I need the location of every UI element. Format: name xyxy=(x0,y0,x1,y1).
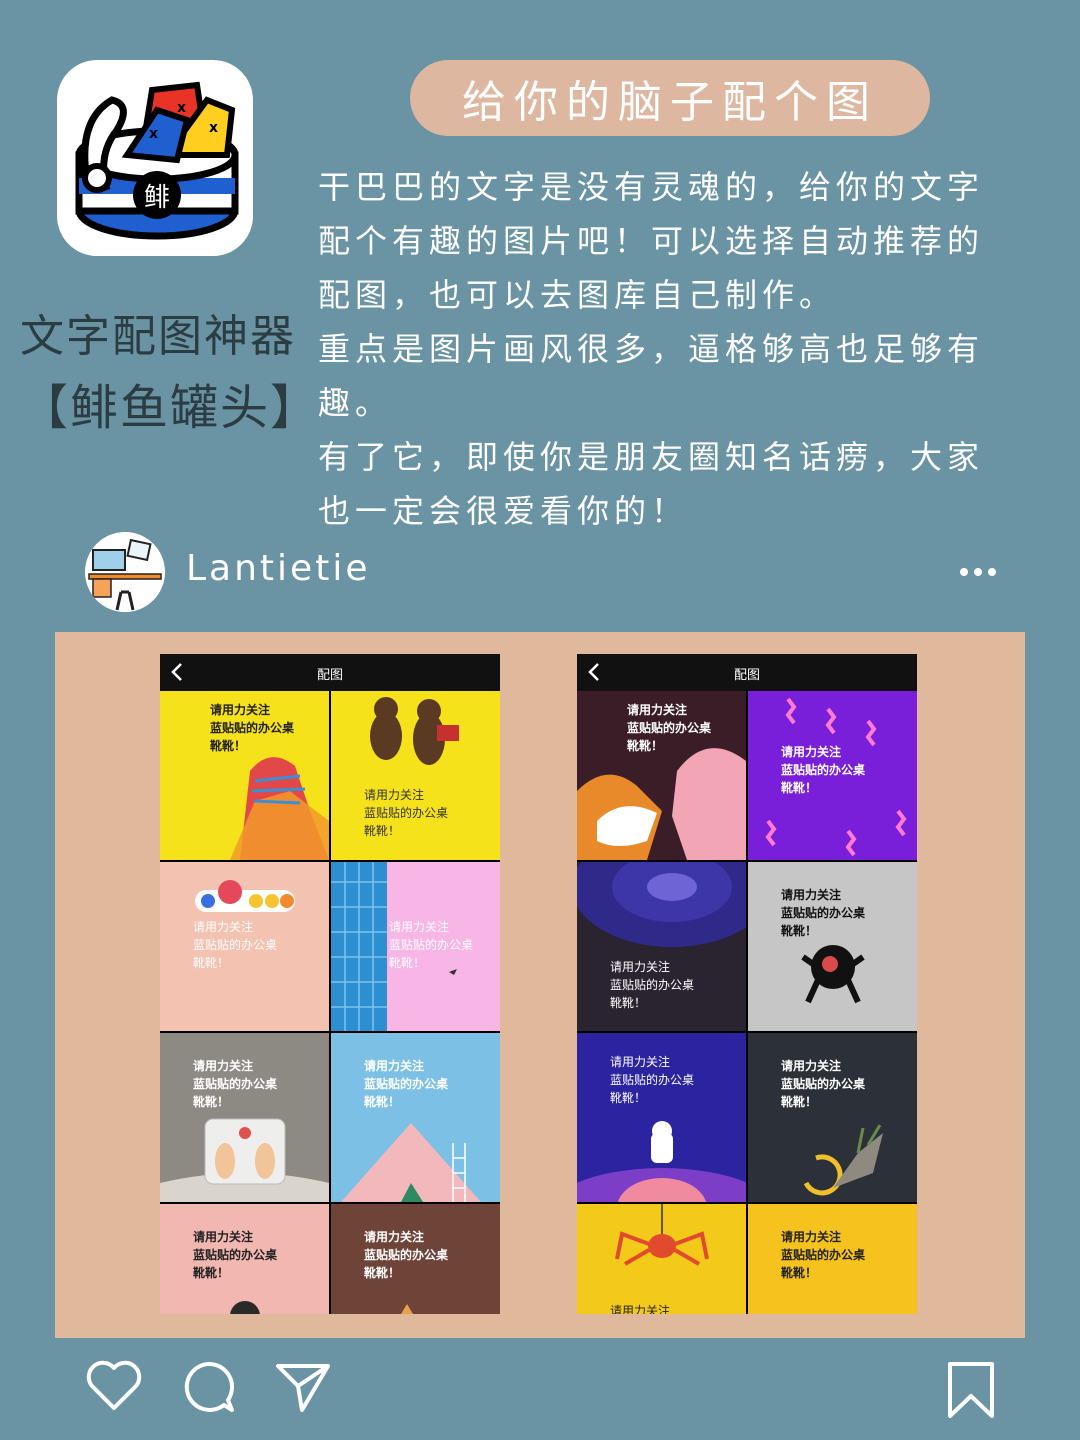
icon-badge-char: 鲱 xyxy=(144,183,170,213)
tile-caption: 请用力关注 蓝贴贴的办公桌 靴靴！ xyxy=(193,920,278,970)
tile-caption: 请用力关注 蓝贴贴的办公桌 靴靴！ xyxy=(781,745,866,795)
tile-caption: 请用力关注 蓝贴贴的办公桌 靴靴！ xyxy=(781,888,866,938)
template-tile[interactable]: 请用力关注 蓝贴贴的办公桌 靴靴！ xyxy=(577,691,746,860)
template-tile[interactable]: 请用力关注 蓝贴贴的办公桌 靴靴！ xyxy=(331,1204,500,1314)
template-tile[interactable]: 请用力关注 蓝贴贴的办公桌 靴靴！ xyxy=(577,862,746,1031)
comment-bubble-icon[interactable] xyxy=(180,1360,236,1414)
template-tile[interactable]: 请用力关注 蓝贴贴的办公桌 靴靴！ xyxy=(331,862,500,1031)
template-tile[interactable]: 请用力关注 蓝贴贴的办公桌 靴靴！ xyxy=(748,862,917,1031)
template-tile[interactable]: 请用力关注 xyxy=(577,1204,746,1314)
more-dots-icon[interactable] xyxy=(958,566,998,578)
tile-caption: 请用力关注 蓝贴贴的办公桌 靴靴！ xyxy=(781,1059,866,1109)
bookmark-icon[interactable] xyxy=(946,1360,996,1420)
template-tile[interactable]: 请用力关注 蓝贴贴的办公桌 靴靴！ xyxy=(331,691,500,860)
send-arrow-icon[interactable] xyxy=(274,1360,332,1414)
nav-bar: 配图 xyxy=(160,654,500,691)
app-name-line2: 【鲱鱼罐头】 xyxy=(20,380,321,436)
template-tile[interactable]: 请用力关注 蓝贴贴的办公桌 靴靴！ xyxy=(331,1033,500,1202)
phone-screen-1: 配图 请用力关注 蓝贴贴的办公桌 靴靴！ 请用力关注 蓝贴贴的办公桌 靴靴！ 请… xyxy=(160,654,500,1314)
phone-screen-2: 配图 请用力关注 蓝贴贴的办公桌 靴靴！ 请用力关注 蓝贴贴的办公桌 靴靴！ 请… xyxy=(577,654,917,1314)
description-paragraph: 干巴巴的文字是没有灵魂的，给你的文字配个有趣的图片吧！可以选择自动推荐的配图，也… xyxy=(318,168,985,314)
tile-caption: 请用力关注 蓝贴贴的办公桌 靴靴！ xyxy=(364,1230,449,1280)
tile-caption: 请用力关注 蓝贴贴的办公桌 靴靴！ xyxy=(193,1059,278,1109)
svg-text:x: x xyxy=(149,126,158,142)
svg-text:x: x xyxy=(177,100,186,116)
avatar[interactable] xyxy=(85,532,165,612)
description: 干巴巴的文字是没有灵魂的，给你的文字配个有趣的图片吧！可以选择自动推荐的配图，也… xyxy=(318,160,1008,538)
tile-caption: 请用力关注 蓝贴贴的办公桌 靴靴！ xyxy=(210,703,295,753)
template-tile[interactable]: 请用力关注 蓝贴贴的办公桌 靴靴！ xyxy=(160,691,329,860)
tile-caption: 请用力关注 xyxy=(610,1304,671,1314)
tile-caption: 请用力关注 蓝贴贴的办公桌 靴靴！ xyxy=(193,1230,278,1280)
template-tile[interactable]: 请用力关注 蓝贴贴的办公桌 靴靴！ xyxy=(160,1204,329,1314)
tile-caption: 请用力关注 蓝贴贴的办公桌 靴靴！ xyxy=(610,960,695,1010)
app-icon: x x x 鲱 xyxy=(57,60,253,256)
template-tile[interactable]: 请用力关注 蓝贴贴的办公桌 靴靴！ xyxy=(160,1033,329,1202)
image-grid: 请用力关注 蓝贴贴的办公桌 靴靴！ 请用力关注 蓝贴贴的办公桌 靴靴！ 请用力关… xyxy=(160,691,500,1314)
svg-text:x: x xyxy=(209,120,218,136)
app-name-line1: 文字配图神器 xyxy=(20,311,296,362)
desk-avatar-icon xyxy=(85,532,165,612)
nav-title: 配图 xyxy=(733,668,760,683)
template-tile[interactable]: 请用力关注 蓝贴贴的办公桌 靴靴！ xyxy=(160,862,329,1031)
image-grid: 请用力关注 蓝贴贴的办公桌 靴靴！ 请用力关注 蓝贴贴的办公桌 靴靴！ 请用力关… xyxy=(577,691,917,1314)
template-tile[interactable]: 请用力关注 蓝贴贴的办公桌 靴靴！ xyxy=(748,1033,917,1202)
username[interactable]: Lantietie xyxy=(186,548,370,589)
template-tile[interactable]: 请用力关注 蓝贴贴的办公桌 靴靴！ xyxy=(577,1033,746,1202)
post-title: 给你的脑子配个图 xyxy=(410,60,930,136)
tile-caption: 请用力关注 蓝贴贴的办公桌 靴靴！ xyxy=(627,703,712,753)
tile-caption: 请用力关注 蓝贴贴的办公桌 靴靴！ xyxy=(364,788,449,838)
heart-icon[interactable] xyxy=(86,1360,142,1412)
nav-bar: 配图 xyxy=(577,654,917,691)
fish-can-logo-icon: x x x 鲱 xyxy=(75,81,239,240)
tile-caption: 请用力关注 蓝贴贴的办公桌 靴靴！ xyxy=(781,1230,866,1280)
post-photo[interactable]: 配图 请用力关注 蓝贴贴的办公桌 靴靴！ 请用力关注 蓝贴贴的办公桌 靴靴！ 请… xyxy=(55,632,1025,1338)
template-tile[interactable]: 请用力关注 蓝贴贴的办公桌 靴靴！ xyxy=(748,691,917,860)
description-paragraph: 重点是图片画风很多，逼格够高也足够有趣。 xyxy=(318,330,985,422)
tile-caption: 请用力关注 蓝贴贴的办公桌 靴靴！ xyxy=(389,920,474,970)
description-paragraph: 有了它，即使你是朋友圈知名话痨，大家也一定会很爱看你的！ xyxy=(318,438,985,530)
nav-title: 配图 xyxy=(316,668,343,683)
tile-caption: 请用力关注 蓝贴贴的办公桌 靴靴！ xyxy=(364,1059,449,1109)
spider-illustration xyxy=(615,1204,709,1266)
tile-caption: 请用力关注 蓝贴贴的办公桌 靴靴！ xyxy=(610,1055,695,1105)
template-tile[interactable]: 请用力关注 蓝贴贴的办公桌 靴靴！ xyxy=(748,1204,917,1314)
